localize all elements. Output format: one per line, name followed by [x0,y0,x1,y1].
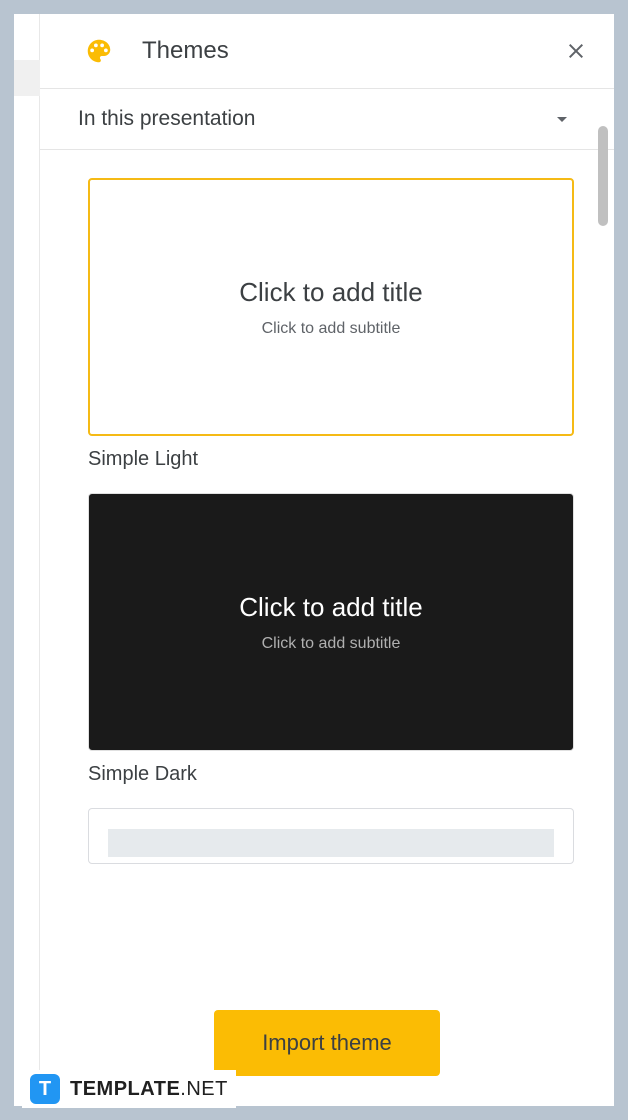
watermark: T TEMPLATE.NET [22,1070,236,1108]
theme-name-label: Simple Dark [88,763,574,786]
panel-title: Themes [142,37,562,65]
theme-name-label: Simple Light [88,448,574,471]
watermark-text-bold: TEMPLATE [70,1078,180,1100]
watermark-text: TEMPLATE.NET [70,1078,228,1101]
theme-preview-simple-dark[interactable]: Click to add title Click to add subtitle [88,493,574,751]
theme-item-simple-dark: Click to add title Click to add subtitle… [88,493,574,786]
preview-subtitle-text: Click to add subtitle [262,635,401,653]
theme-item-partial [88,808,574,864]
theme-preview-simple-light[interactable]: Click to add title Click to add subtitle [88,178,574,436]
section-label: In this presentation [78,107,550,131]
watermark-text-light: .NET [180,1078,228,1100]
themes-list: Click to add title Click to add subtitle… [40,150,614,988]
left-edge-strip [14,14,40,1106]
preview-title-text: Click to add title [239,277,423,308]
palette-icon [84,36,114,66]
preview-subtitle-text: Click to add subtitle [262,320,401,338]
themes-panel: Themes In this presentation Click to add… [40,14,614,1106]
panel-header: Themes [40,14,614,89]
watermark-t-icon: T [30,1074,60,1104]
theme-preview-partial[interactable] [88,808,574,864]
chevron-down-icon [550,107,574,131]
close-icon [564,39,588,63]
preview-title-text: Click to add title [239,592,423,623]
left-strip-highlight [14,60,40,96]
scrollbar-thumb[interactable] [598,126,608,226]
theme-item-simple-light: Click to add title Click to add subtitle… [88,178,574,471]
section-dropdown[interactable]: In this presentation [40,89,614,150]
import-theme-button[interactable]: Import theme [214,1010,440,1076]
themes-panel-container: Themes In this presentation Click to add… [14,14,614,1106]
partial-preview-content [108,829,553,857]
close-button[interactable] [562,37,590,65]
